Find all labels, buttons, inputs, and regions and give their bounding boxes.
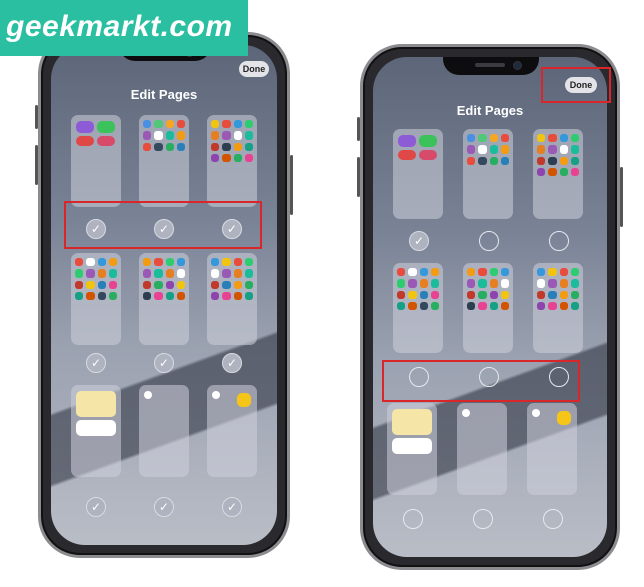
page-thumbnail[interactable] xyxy=(463,129,513,219)
done-button[interactable]: Done xyxy=(239,61,269,77)
page-thumbnail[interactable] xyxy=(387,403,437,495)
page-checkmark[interactable]: ✓ xyxy=(86,497,106,517)
page-thumbnail[interactable] xyxy=(533,263,583,353)
page-thumbnail[interactable] xyxy=(207,115,257,207)
page-thumbnail[interactable] xyxy=(71,253,121,345)
done-highlight-box xyxy=(541,67,611,103)
page-checkmark[interactable]: ✓ xyxy=(154,353,174,373)
page-thumbnail[interactable] xyxy=(457,403,507,495)
page-toggle-circle[interactable] xyxy=(543,509,563,529)
page-thumbnail[interactable] xyxy=(463,263,513,353)
page-checkmark[interactable]: ✓ xyxy=(222,497,242,517)
page-thumbnail[interactable] xyxy=(393,129,443,219)
highlight-box xyxy=(64,201,262,249)
page-checkmark[interactable]: ✓ xyxy=(222,353,242,373)
left-phone: Edit Pages Done ✓ ✓ ✓ ✓ ✓ ✓ ✓ ✓ ✓ xyxy=(35,32,293,558)
page-thumbnail[interactable] xyxy=(139,115,189,207)
right-home-screen: Edit Pages Done ✓ xyxy=(373,57,607,557)
page-thumbnail[interactable] xyxy=(71,115,121,207)
page-toggle-circle[interactable] xyxy=(473,509,493,529)
page-thumbnail[interactable] xyxy=(139,253,189,345)
brand-logo: geekmarkt.com xyxy=(0,0,248,56)
page-thumbnail[interactable] xyxy=(207,385,257,477)
page-thumbnail[interactable] xyxy=(71,385,121,477)
page-thumbnail[interactable] xyxy=(139,385,189,477)
page-checkmark[interactable]: ✓ xyxy=(86,353,106,373)
page-toggle-circle[interactable] xyxy=(479,231,499,251)
page-thumbnail[interactable] xyxy=(207,253,257,345)
edit-pages-title: Edit Pages xyxy=(130,87,198,102)
page-toggle-circle[interactable] xyxy=(403,509,423,529)
page-checkmark[interactable]: ✓ xyxy=(154,497,174,517)
page-thumbnail[interactable] xyxy=(393,263,443,353)
page-checkmark[interactable]: ✓ xyxy=(409,231,429,251)
edit-pages-title: Edit Pages xyxy=(456,103,524,118)
page-thumbnail[interactable] xyxy=(527,403,577,495)
left-home-screen: Edit Pages Done ✓ ✓ ✓ ✓ ✓ ✓ ✓ ✓ ✓ xyxy=(51,45,277,545)
page-thumbnail[interactable] xyxy=(533,129,583,219)
page-toggle-circle[interactable] xyxy=(549,231,569,251)
highlight-box xyxy=(382,360,580,402)
right-phone: Edit Pages Done ✓ xyxy=(357,44,623,570)
brand-logo-text: geekmarkt.com xyxy=(6,10,233,43)
notch xyxy=(443,57,539,75)
